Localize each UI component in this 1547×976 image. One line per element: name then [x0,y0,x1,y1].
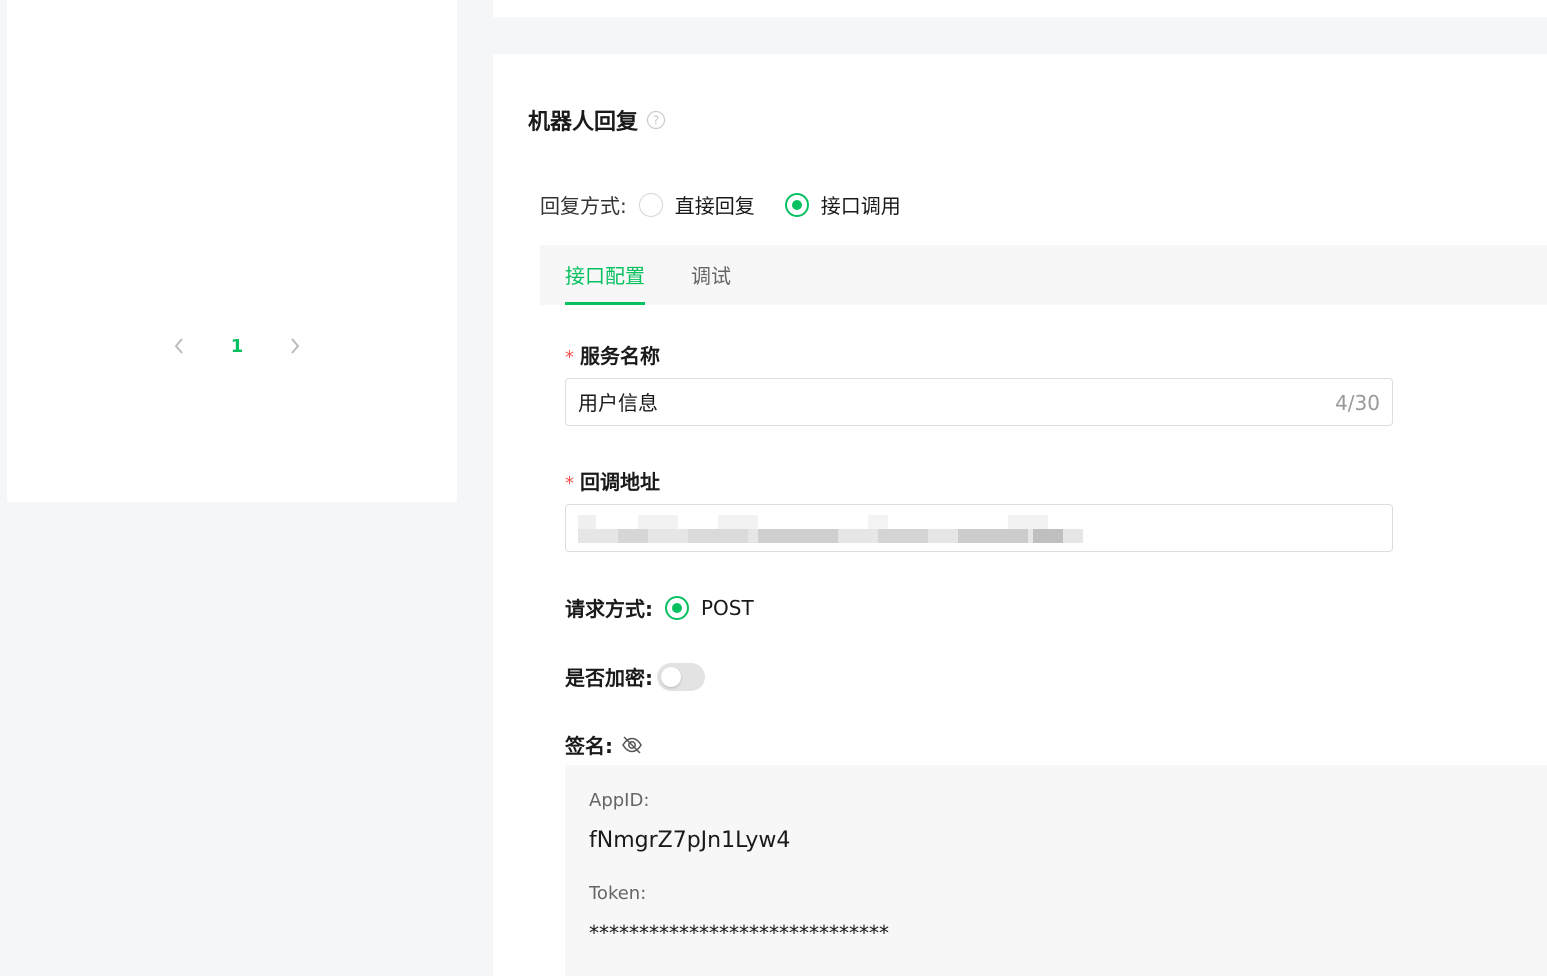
toggle-knob [661,666,681,687]
section-header: 机器人回复 ? [528,104,666,136]
top-card [493,0,1547,17]
radio-circle-checked[interactable] [665,595,689,620]
tab-label: 调试 [691,264,731,288]
tab-api-config[interactable]: 接口配置 [565,245,645,305]
request-method-label: 请求方式: [565,597,653,621]
section-title: 机器人回复 [528,110,639,135]
radio-api-call[interactable]: 接口调用 [784,190,901,219]
input-value: 用户信息 [578,391,658,415]
radio-circle-checked[interactable] [784,192,809,217]
tab-label: 接口配置 [565,264,645,288]
question-circle-icon[interactable]: ? [646,110,666,130]
next-page-button[interactable] [283,334,307,358]
signature-row: 签名: [565,730,643,759]
request-method-row: 请求方式: POST [565,593,784,622]
token-value: ****************************** [589,921,889,945]
list-panel: 1 [7,0,457,502]
chevron-right-icon [291,338,300,354]
label-text: 服务名称 [580,344,660,368]
radio-label: POST [701,595,754,620]
appid-value: fNmgrZ7pJn1Lyw4 [589,828,791,853]
encryption-row: 是否加密: [565,662,705,691]
radio-circle-unchecked[interactable] [638,192,663,217]
callback-url-label: * 回调地址 [565,466,660,495]
service-name-input[interactable]: 用户信息 4/30 [565,378,1393,426]
required-mark: * [565,347,574,368]
token-label: Token: [589,883,647,904]
signature-box: AppID: fNmgrZ7pJn1Lyw4 Token: **********… [565,765,1547,976]
encryption-toggle[interactable] [657,662,705,691]
callback-url-input[interactable] [565,504,1393,552]
char-counter: 4/30 [1335,391,1380,415]
tab-debug[interactable]: 调试 [691,245,731,305]
pagination: 1 [167,330,307,362]
label-text: 回调地址 [580,470,660,494]
robot-reply-card: 机器人回复 ? 回复方式: 直接回复 接口调用 接口配置 调试 * 服务名称 用户… [493,54,1547,976]
reply-mode-group: 回复方式: 直接回复 接口调用 [540,190,931,219]
eye-off-icon[interactable] [621,734,643,756]
encryption-label: 是否加密: [565,666,653,690]
radio-direct-reply[interactable]: 直接回复 [638,190,755,219]
reply-mode-label: 回复方式: [540,194,627,218]
radio-post[interactable]: POST [665,595,754,620]
service-name-label: * 服务名称 [565,340,660,369]
page-number-current[interactable]: 1 [231,336,244,357]
tab-active-indicator [565,302,645,305]
required-mark: * [565,473,574,494]
signature-label: 签名: [565,734,613,758]
redacted-url [578,511,1083,551]
prev-page-button[interactable] [167,334,191,358]
tab-bar: 接口配置 调试 [540,245,1547,305]
svg-text:?: ? [653,114,659,128]
chevron-left-icon [174,338,183,354]
radio-label: 直接回复 [674,194,755,218]
appid-label: AppID: [589,790,650,811]
radio-label: 接口调用 [820,194,901,218]
